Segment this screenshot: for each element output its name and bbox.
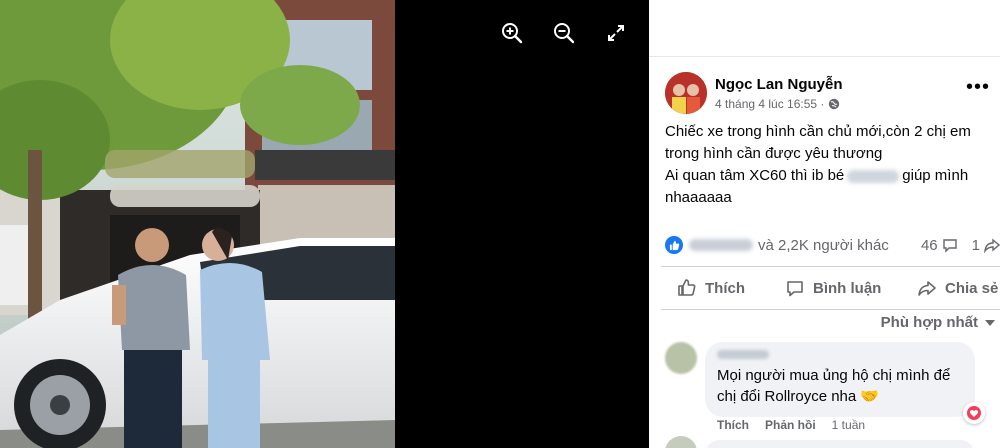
photo-viewer-page: Ngọc Lan Nguyễn 4 tháng 4 lúc 16:55 · ••… — [0, 0, 1000, 448]
comment-text: Mọi người mua ủng hộ chị mình để chị đổi… — [717, 367, 951, 405]
like-button[interactable]: Thích — [677, 278, 745, 298]
comment-bubble: Mọi người mua ủng hộ chị mình để chị đổi… — [705, 342, 975, 417]
zoom-out-button[interactable] — [551, 20, 577, 46]
zoom-out-icon — [554, 23, 575, 44]
thumbs-up-icon — [669, 240, 679, 250]
comment-label: Bình luận — [813, 279, 882, 297]
post-meta: 4 tháng 4 lúc 16:55 · — [715, 97, 843, 111]
next-comment-bubble — [705, 440, 975, 448]
post-side-panel: Ngọc Lan Nguyễn 4 tháng 4 lúc 16:55 · ••… — [649, 0, 1000, 448]
caret-down-icon — [985, 319, 995, 326]
author-avatar[interactable] — [665, 72, 707, 114]
share-button[interactable]: Chia sẻ — [917, 278, 998, 298]
comment-sort-dropdown[interactable]: Phù hợp nhất — [881, 314, 996, 331]
post-text-segment: Ai quan tâm XC60 thì ib bé — [665, 167, 845, 184]
post-photo — [0, 0, 395, 448]
engagement-counts: 46 1 — [921, 237, 1000, 254]
comment-count[interactable]: 46 — [921, 237, 938, 254]
share-count[interactable]: 1 — [972, 237, 980, 254]
share-label: Chia sẻ — [945, 279, 999, 297]
photo-viewer — [0, 0, 649, 448]
comment-reply-link[interactable]: Phản hồi — [765, 418, 816, 432]
sort-label: Phù hợp nhất — [880, 314, 978, 331]
blurred-commenter-name — [717, 350, 769, 359]
more-options-button[interactable]: ••• — [966, 77, 990, 97]
reactions-summary[interactable]: và 2,2K người khác — [758, 237, 889, 254]
zoom-in-icon — [502, 23, 523, 44]
share-icon — [918, 281, 936, 296]
post-text: Chiếc xe trong hình cần chủ mới,còn 2 ch… — [665, 121, 997, 209]
post-text-line: Chiếc xe trong hình cần chủ mới,còn 2 ch… — [665, 123, 971, 162]
commenter-avatar[interactable] — [665, 342, 697, 374]
photo-illustration — [0, 0, 395, 448]
comment-actions: Thích Phản hồi 1 tuần — [717, 418, 865, 432]
comment-like-link[interactable]: Thích — [717, 418, 749, 432]
viewer-toolbar — [499, 20, 629, 46]
fullscreen-button[interactable] — [603, 20, 629, 46]
globe-icon — [829, 98, 840, 110]
author-name[interactable]: Ngọc Lan Nguyễn — [715, 75, 843, 94]
thumbs-up-outline-icon — [678, 279, 696, 296]
ellipsis-icon: ••• — [965, 76, 990, 98]
panel-top-bar — [649, 0, 1000, 57]
comment-reaction-badge[interactable] — [963, 402, 985, 424]
next-commenter-avatar[interactable] — [665, 436, 697, 448]
share-count-icon — [984, 238, 1000, 253]
blurred-username — [847, 169, 900, 183]
heart-icon — [967, 406, 981, 420]
fullscreen-icon — [608, 25, 624, 41]
comment-count-icon — [942, 239, 957, 253]
post-timestamp[interactable]: 4 tháng 4 lúc 16:55 · — [715, 97, 824, 111]
post-text-line: Ai quan tâm XC60 thì ib bé giúp mình nhaa… — [665, 165, 997, 209]
post-action-bar: Thích Bình luận Chia sẻ — [661, 266, 1000, 310]
comment-icon — [787, 281, 803, 297]
comment-age[interactable]: 1 tuần — [832, 418, 865, 432]
zoom-in-button[interactable] — [499, 20, 525, 46]
post-header: Ngọc Lan Nguyễn 4 tháng 4 lúc 16:55 · — [665, 72, 843, 114]
comment-button[interactable]: Bình luận — [785, 278, 881, 298]
avatar-image — [665, 72, 707, 114]
reactions-row: và 2,2K người khác 46 1 — [665, 233, 1000, 257]
like-label: Thích — [705, 279, 745, 297]
like-reaction-icon[interactable] — [665, 236, 683, 254]
blurred-reactor-name — [689, 239, 753, 251]
